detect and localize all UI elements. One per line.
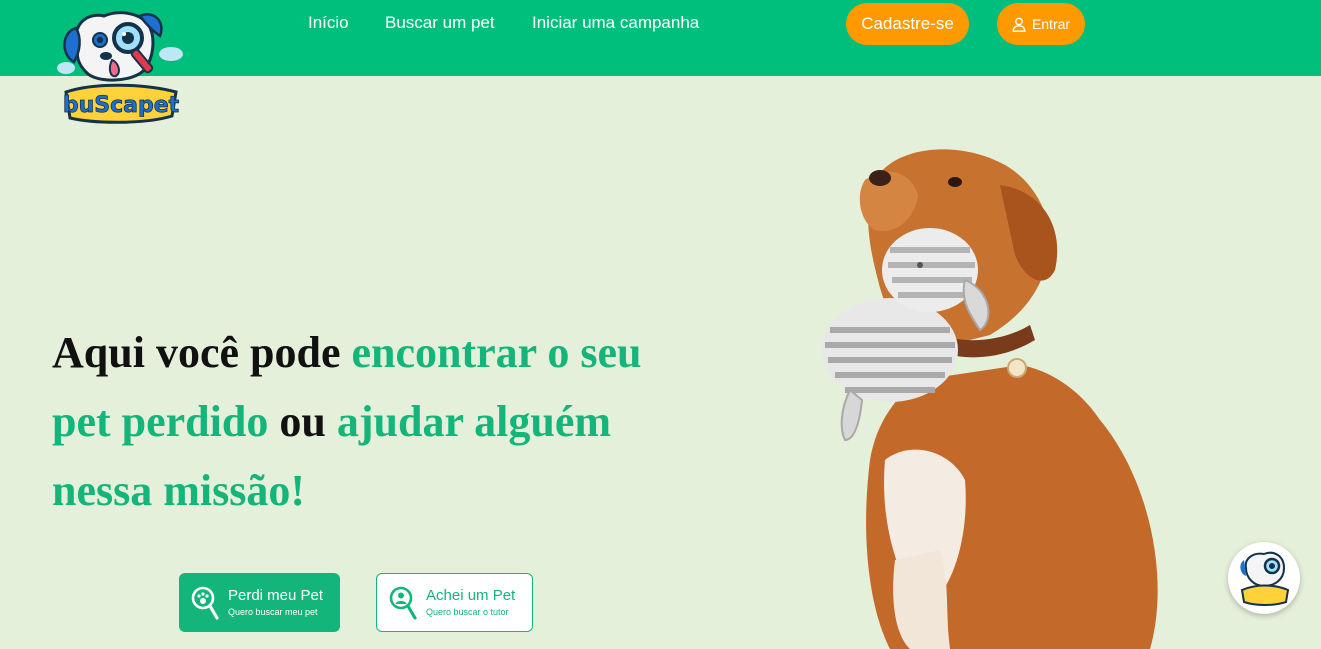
found-pet-sublabel: Quero buscar o tutor xyxy=(426,606,509,617)
lost-pet-label: Perdi meu Pet xyxy=(228,586,324,604)
hero-title: Aqui você pode encontrar o seu pet perdi… xyxy=(52,318,672,525)
nav-link-inicio[interactable]: Início xyxy=(308,13,349,33)
register-button[interactable]: Cadastre-se xyxy=(846,3,969,45)
top-navbar: Início Buscar um pet Iniciar uma campanh… xyxy=(0,0,1321,76)
buscapet-logo[interactable]: buScapet xyxy=(56,6,186,130)
mascot-chat-button[interactable] xyxy=(1228,542,1300,614)
hero-title-part3: ou xyxy=(268,397,337,446)
hero-title-part1: Aqui você pode xyxy=(52,328,352,377)
lost-pet-sublabel: Quero buscar meu pet xyxy=(228,606,318,617)
found-pet-button[interactable]: Achei um Pet Quero buscar o tutor xyxy=(376,573,533,632)
dog-with-toy-image xyxy=(822,149,1158,649)
login-button[interactable]: Entrar xyxy=(997,3,1085,45)
paw-search-icon xyxy=(191,586,219,620)
logo-dog-magnifier-icon: buScapet xyxy=(57,11,183,124)
nav-link-iniciar-campanha[interactable]: Iniciar uma campanha xyxy=(532,13,699,33)
logo-text: buScapet xyxy=(63,93,180,118)
user-icon xyxy=(1012,17,1026,32)
person-search-icon xyxy=(389,586,417,620)
register-button-label: Cadastre-se xyxy=(861,14,954,33)
login-button-label: Entrar xyxy=(1031,16,1071,32)
found-pet-label: Achei um Pet xyxy=(426,586,516,604)
nav-link-buscar-pet[interactable]: Buscar um pet xyxy=(385,13,495,33)
lost-pet-button[interactable]: Perdi meu Pet Quero buscar meu pet xyxy=(179,573,340,632)
mascot-logo-icon xyxy=(1240,551,1290,606)
